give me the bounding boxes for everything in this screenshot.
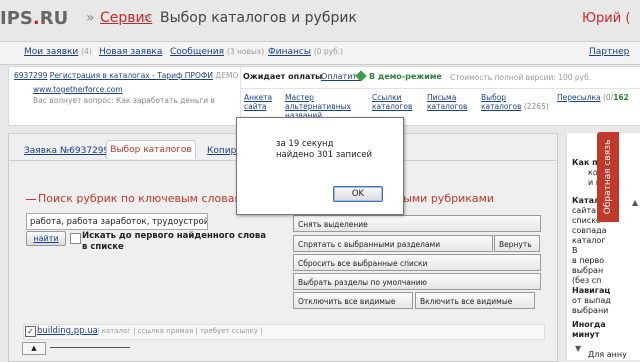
full-version-cost: Стоимость полной версии: 100 руб. — [450, 73, 592, 82]
hide-selected-button[interactable]: Спрятать с выбранными разделами — [293, 235, 493, 252]
catalog-checkbox[interactable]: ✓ — [25, 326, 36, 337]
catalog-meta: | каталог | ссылка прямая | требует ссыл… — [97, 327, 263, 335]
help-text: Для анну — [588, 350, 627, 359]
help-navigation-heading: Навигац — [572, 286, 611, 295]
order-number-link[interactable]: 6937299 — [14, 71, 47, 80]
nav-finance[interactable]: Финансы (0 руб.) — [268, 47, 343, 57]
help-text: каталог — [572, 236, 606, 245]
first-word-checkbox[interactable] — [70, 233, 81, 244]
divider — [240, 66, 241, 124]
ok-button[interactable]: OK — [333, 186, 383, 202]
search-rubrics-heading: Поиск рубрик по ключевым словам — [38, 192, 243, 205]
scroll-up-icon[interactable]: ▲ — [632, 198, 638, 207]
demo-label: ДЕМО — [215, 71, 239, 80]
reset-selected-button[interactable]: Сбросить все выбранные списки — [293, 254, 541, 271]
disable-visible-button[interactable]: Отключить все видимые — [293, 292, 413, 309]
dialog-message-line: найдено 301 записей — [276, 150, 373, 160]
help-text: (без сп — [572, 276, 602, 285]
dialog-message-line: за 19 секунд — [276, 139, 334, 149]
divider — [240, 88, 640, 89]
heading-rule — [26, 199, 36, 200]
help-text: от выпад — [572, 296, 611, 305]
logo[interactable]: IPS.RU — [0, 8, 68, 29]
separator-line — [50, 347, 130, 348]
status-awaiting-payment: Ожидает оплаты — [243, 72, 323, 81]
subnav-site-form[interactable]: Анкета сайта — [244, 93, 272, 111]
order-tariff-link[interactable]: Регистрация в каталогах - Тариф ПРОФИ — [50, 71, 213, 80]
order-summary: 6937299 Регистрация в каталогах - Тариф … — [14, 71, 238, 80]
enable-visible-button[interactable]: Включить все видимые — [415, 292, 535, 309]
first-word-label: Искать до первого найденного слова в спи… — [82, 231, 266, 252]
feedback-tab[interactable]: Обратная связь — [597, 132, 619, 222]
feedback-label: Обратная связь — [603, 139, 613, 215]
return-button[interactable]: Вернуть — [494, 235, 540, 252]
top-nav: Мои заявки (4) Новая заявка Сообщения (3… — [0, 41, 640, 65]
nav-partners[interactable]: Партнер — [589, 47, 629, 57]
help-text: выбрани — [572, 306, 609, 315]
find-button[interactable]: найти — [26, 231, 66, 246]
help-sometimes-heading: минут — [572, 330, 600, 339]
tab-order[interactable]: Заявка №6937299 — [24, 146, 109, 156]
subnav-catalog-links[interactable]: Ссылки каталогов — [372, 93, 412, 111]
site-description: Вас волнует вопрос: Как заработать деньг… — [33, 96, 215, 105]
subnav-resend[interactable]: Пересылка (0/162 — [557, 93, 629, 102]
choose-default-button[interactable]: Выбрать разделы по умолчанию — [293, 273, 541, 290]
nav-my-orders[interactable]: Мои заявки (4) — [24, 47, 92, 57]
subnav-alt-names-wizard[interactable]: Мастер альтернативных названий — [285, 93, 351, 120]
breadcrumb-separator: » — [86, 10, 95, 26]
help-sometimes-heading: Иногда — [572, 320, 606, 329]
clear-selection-button[interactable]: Снять выделение — [293, 215, 541, 232]
help-text: выбран — [572, 266, 604, 275]
breadcrumb-separator: » — [143, 10, 152, 26]
help-text: В — [572, 246, 578, 255]
catalog-name-link[interactable]: building.pp.ua — [37, 326, 98, 336]
site-url-link[interactable]: www.togetherforce.com — [33, 85, 123, 94]
nav-new-order[interactable]: Новая заявка — [99, 47, 162, 57]
subnav-catalog-letters[interactable]: Письма каталогов — [427, 93, 467, 111]
help-text: в перво — [572, 256, 605, 265]
collapse-button[interactable]: ▲ — [22, 342, 46, 355]
selected-rubrics-heading: ными рубриками — [396, 192, 495, 205]
tab-catalog-choice[interactable]: Выбор каталогов — [106, 140, 196, 159]
help-text: совпада — [572, 226, 607, 235]
demo-mode-badge: В демо-режиме — [369, 72, 442, 81]
scroll-down-icon[interactable]: ▼ — [575, 344, 581, 353]
subnav-catalog-choice[interactable]: Выбор каталогов (2265) — [481, 93, 549, 111]
page-title: Выбор каталогов и рубрик — [160, 10, 357, 26]
user-name-link[interactable]: Юрий ( — [582, 11, 630, 26]
nav-messages[interactable]: Сообщения (3 новых) — [170, 47, 264, 57]
keywords-input[interactable]: работа, работа заработок, трудоустройств… — [26, 213, 208, 230]
